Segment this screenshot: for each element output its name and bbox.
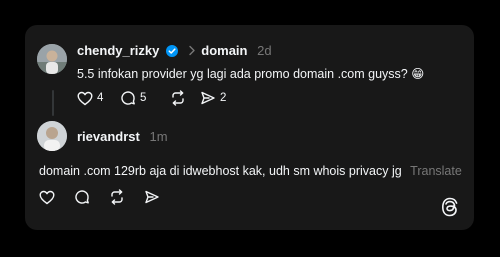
repost-icon xyxy=(172,90,184,106)
share-button[interactable]: 2 xyxy=(200,90,226,106)
reply-comment-button[interactable] xyxy=(74,189,109,205)
like-count: 4 xyxy=(97,92,104,104)
share-count: 2 xyxy=(220,92,227,104)
reply-header: rievandrst 1m xyxy=(77,129,168,144)
reply-timestamp: 1m xyxy=(149,129,168,144)
reply-username[interactable]: rievandrst xyxy=(77,129,140,144)
reply-repost-button[interactable] xyxy=(109,189,144,205)
reply-share-button[interactable] xyxy=(144,189,160,205)
avatar-photo xyxy=(37,44,67,74)
chevron-right-icon xyxy=(188,44,196,59)
post-text: 5.5 infokan provider yg lagi ada promo d… xyxy=(77,67,425,81)
comment-icon xyxy=(121,91,135,105)
reply-actions xyxy=(39,189,160,205)
reply-count: 5 xyxy=(140,92,147,104)
threads-logo-icon[interactable] xyxy=(441,197,459,222)
post-username[interactable]: chendy_rizky xyxy=(77,43,159,58)
reply-button[interactable]: 5 xyxy=(120,90,170,106)
send-icon xyxy=(201,91,215,105)
thread-line xyxy=(52,90,54,116)
repost-button[interactable] xyxy=(170,90,200,106)
topic-tag[interactable]: domain xyxy=(201,43,247,58)
like-button[interactable]: 4 xyxy=(77,91,120,106)
thread-card: chendy_rizky domain 2d 5.5 infokan provi… xyxy=(25,25,474,230)
translate-link[interactable]: Translate xyxy=(410,164,462,178)
heart-icon xyxy=(77,91,93,105)
verified-badge-icon xyxy=(166,45,178,60)
post-header: chendy_rizky domain 2d xyxy=(77,43,272,60)
comment-icon xyxy=(75,190,89,204)
post-actions: 4 5 2 xyxy=(77,90,226,106)
avatar-photo xyxy=(37,121,67,151)
reply-text: domain .com 129rb aja di idwebhost kak, … xyxy=(39,164,402,178)
reply-like-button[interactable] xyxy=(39,190,74,205)
avatar-rievandrst[interactable] xyxy=(37,121,67,151)
avatar-chendy[interactable] xyxy=(37,44,67,74)
repost-icon xyxy=(111,189,123,205)
post-timestamp: 2d xyxy=(257,43,272,58)
heart-icon xyxy=(39,190,55,204)
reply-text-line: domain .com 129rb aja di idwebhost kak, … xyxy=(39,164,462,178)
send-icon xyxy=(145,190,159,204)
